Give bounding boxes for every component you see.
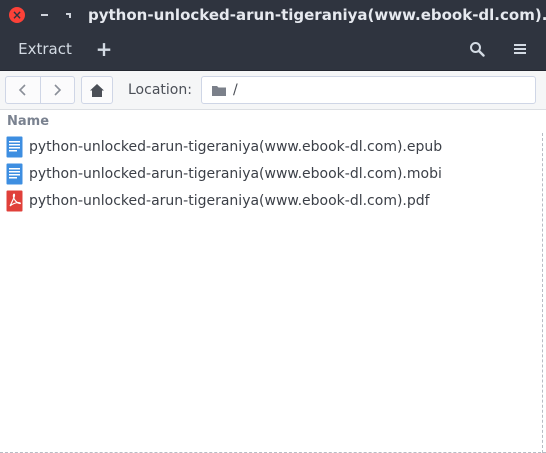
list-item[interactable]: python-unlocked-arun-tigeraniya(www.eboo… [0,134,542,160]
location-path: / [233,82,238,98]
pdf-icon [6,190,23,212]
file-list: Name python-unlocked-arun-tigeraniya(www… [0,110,546,453]
hamburger-menu-icon [514,42,526,56]
minimize-window-button[interactable] [36,7,52,23]
search-icon [470,42,485,57]
archive-manager-window: × python-unlocked-arun-tigeraniya(www.eb… [0,0,546,453]
search-button[interactable] [462,33,492,65]
location-label: Location: [128,82,192,98]
document-icon [6,163,23,185]
file-name: python-unlocked-arun-tigeraniya(www.eboo… [29,166,442,182]
home-icon [90,83,104,97]
maximize-window-button[interactable] [60,7,76,23]
chevron-right-icon [54,84,62,96]
close-window-button[interactable]: × [9,7,25,23]
location-field[interactable]: / [201,76,536,104]
minimize-icon [40,14,48,16]
chevron-left-icon [18,84,26,96]
drop-zone-border [542,133,543,453]
file-name: python-unlocked-arun-tigeraniya(www.eboo… [29,139,443,155]
window-title: python-unlocked-arun-tigeraniya(www.eboo… [88,6,546,24]
close-icon: × [11,8,23,22]
back-button[interactable] [6,77,40,103]
folder-icon [212,85,226,96]
column-header-name[interactable]: Name [7,112,49,132]
location-toolbar: Location: / [0,71,546,110]
add-files-button[interactable]: + [90,33,118,65]
file-name: python-unlocked-arun-tigeraniya(www.eboo… [29,193,430,209]
menu-button[interactable] [505,33,535,65]
list-item[interactable]: python-unlocked-arun-tigeraniya(www.eboo… [0,188,542,214]
forward-button[interactable] [39,77,75,103]
navigation-buttons [5,76,75,104]
extract-button[interactable]: Extract [10,33,80,65]
document-icon [6,136,23,158]
maximize-icon [65,12,71,18]
header-bar: × python-unlocked-arun-tigeraniya(www.eb… [0,0,546,71]
home-button[interactable] [81,76,113,104]
list-item[interactable]: python-unlocked-arun-tigeraniya(www.eboo… [0,161,542,187]
